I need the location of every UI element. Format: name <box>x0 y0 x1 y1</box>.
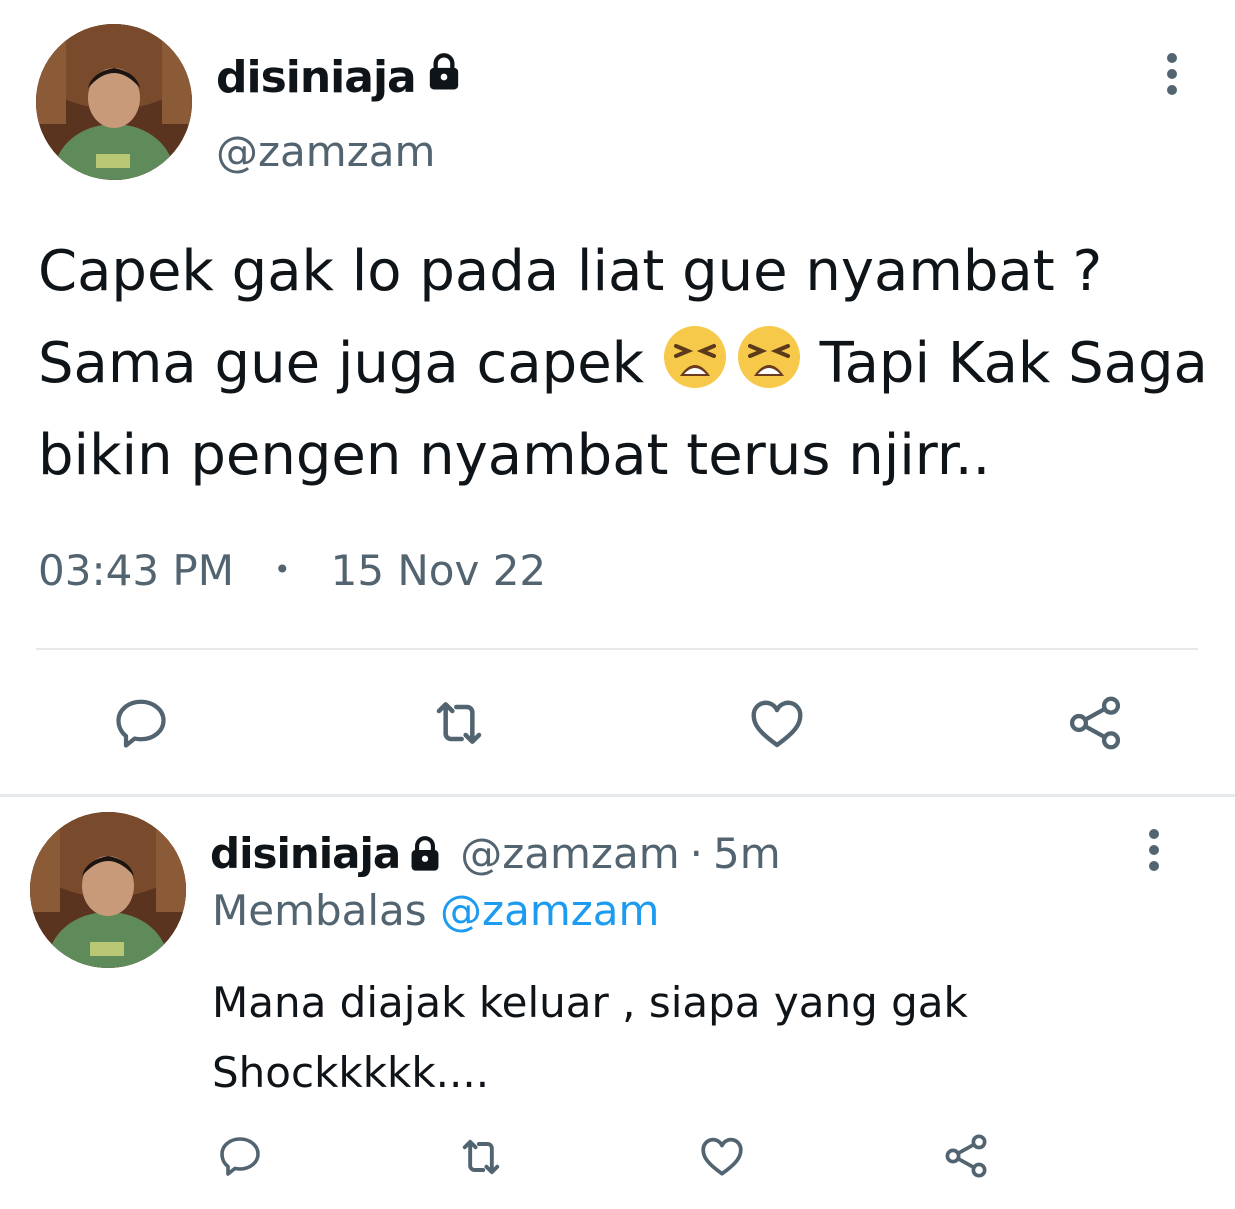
lock-icon <box>424 50 464 106</box>
reply-icon <box>220 1137 260 1176</box>
replying-to: Membalas @zamzam <box>212 882 659 940</box>
lock-icon <box>406 835 444 873</box>
like-button[interactable] <box>694 1128 750 1184</box>
display-name[interactable]: disiniaja <box>210 826 401 882</box>
retweet-button[interactable] <box>424 688 494 758</box>
reply-text-line1: Mana diajak keluar , siapa yang gak <box>212 978 968 1027</box>
handle[interactable]: @zamzam <box>216 124 435 180</box>
divider <box>0 794 1235 797</box>
retweet-icon <box>436 702 482 744</box>
display-name-text[interactable]: disiniaja <box>216 50 417 106</box>
more-options-icon[interactable] <box>1152 44 1192 104</box>
like-button[interactable] <box>742 688 812 758</box>
tweet-date: 15 Nov 22 <box>330 546 547 595</box>
tweet-time: 03:43 PM <box>38 546 234 595</box>
more-options-icon[interactable] <box>1134 820 1174 880</box>
avatar[interactable] <box>30 812 186 968</box>
mention-link[interactable]: @zamzam <box>440 886 659 935</box>
reply-header: disiniaja @zamzam · 5m <box>210 826 781 882</box>
tweet-timestamp: 03:43 PM • 15 Nov 22 <box>38 540 546 601</box>
separator-dot: · <box>689 829 703 878</box>
tweet-text-line1: Capek gak lo pada liat gue nyambat ? <box>38 239 1103 304</box>
tweet-text-line2-end: Tapi Kak Saga <box>801 331 1208 396</box>
retweet-icon <box>462 1139 500 1175</box>
separator-dot: • <box>274 553 291 586</box>
retweet-button[interactable] <box>452 1128 510 1186</box>
divider <box>36 648 1198 650</box>
avatar[interactable] <box>36 24 192 180</box>
tired-face-emoji <box>662 324 728 390</box>
tired-face-emoji <box>736 324 802 390</box>
reply-text: Mana diajak keluar , siapa yang gak Shoc… <box>212 968 1162 1108</box>
display-name[interactable]: disiniaja <box>216 50 464 106</box>
share-icon <box>945 1134 987 1178</box>
reply-button[interactable] <box>212 1128 268 1184</box>
like-icon <box>751 700 803 748</box>
reply-time[interactable]: 5m <box>713 826 781 882</box>
reply-button[interactable] <box>106 688 176 758</box>
share-button[interactable] <box>1058 686 1132 760</box>
like-icon <box>701 1137 743 1176</box>
reply-icon <box>116 699 166 748</box>
replying-prefix: Membalas <box>212 886 427 935</box>
tweet-text-line3: bikin pengen nyambat terus njirr.. <box>38 423 991 488</box>
tweet-text-line2-start: Sama gue juga capek <box>38 331 662 396</box>
share-button[interactable] <box>936 1126 996 1186</box>
tweet-text: Capek gak lo pada liat gue nyambat ? Sam… <box>38 226 1208 502</box>
handle[interactable]: @zamzam <box>460 826 679 882</box>
reply-text-line2: Shockkkkk.... <box>212 1048 490 1097</box>
share-icon <box>1069 696 1121 750</box>
